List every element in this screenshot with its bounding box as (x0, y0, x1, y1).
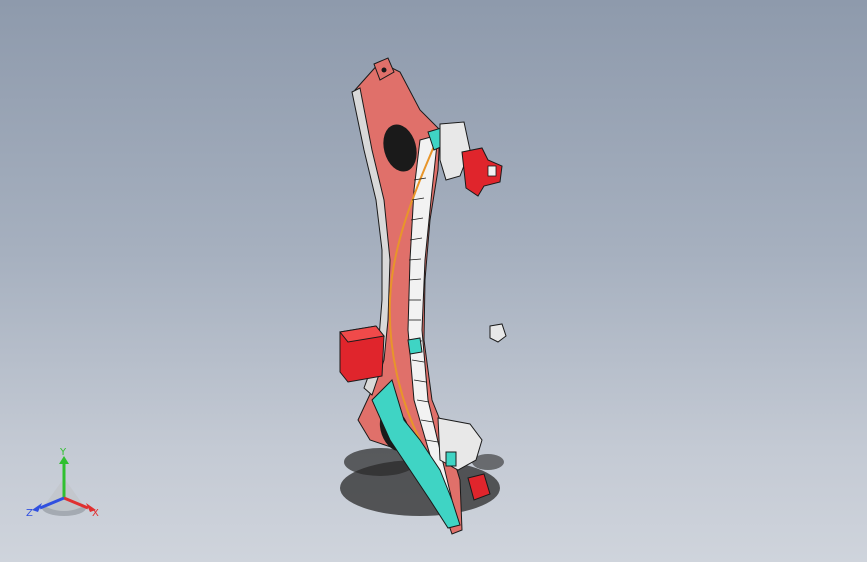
x-axis-label: X (92, 508, 99, 519)
cyan-tab-lower-right[interactable] (445, 451, 457, 467)
red-clip-slot (487, 165, 497, 177)
cyan-clip-mid[interactable] (407, 337, 423, 355)
floating-clip[interactable] (489, 323, 507, 343)
3d-model-view[interactable] (0, 0, 867, 562)
graphics-viewport[interactable]: Y X Z (0, 0, 867, 562)
y-axis-label: Y (59, 448, 67, 458)
top-tab-hole (381, 67, 387, 73)
orientation-triad[interactable]: Y X Z (22, 448, 106, 524)
z-axis-label: Z (26, 508, 33, 519)
